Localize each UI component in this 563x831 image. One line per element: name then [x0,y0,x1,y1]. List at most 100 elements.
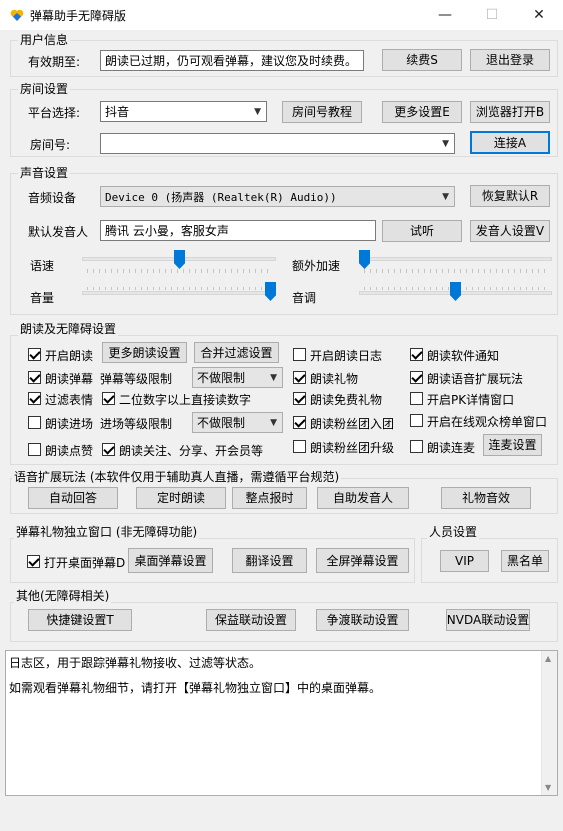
auto-reply-button[interactable]: 自动回答 [28,487,118,509]
slider-track [82,291,276,295]
filter-emoji-checkbox[interactable] [28,392,41,405]
danmaku-level-select[interactable]: 不做限制 ▼ [192,367,283,388]
read-gift-checkbox[interactable] [293,371,306,384]
chevron-down-icon: ▼ [270,372,277,383]
desktop-danmaku-settings-button[interactable]: 桌面弹幕设置 [128,548,213,573]
read-follow-checkbox[interactable] [102,443,115,456]
read-danmaku-checkbox[interactable] [28,371,41,384]
read-gift-label: 朗读礼物 [310,372,359,386]
log-scrollbar[interactable]: ▲ ▼ [541,651,557,795]
read-enter-checkbox[interactable] [28,416,41,429]
merge-filter-button[interactable]: 合并过滤设置 [194,342,279,363]
audio-device-value: Device 0 (扬声器 (Realtek(R) Audio)) [105,190,337,204]
read-like-checkbox[interactable] [28,443,41,456]
expiry-field[interactable]: 朗读已过期，仍可观看弹幕，建议您及时续费。 [100,50,364,71]
fan-upgrade-label: 朗读粉丝团升级 [310,441,395,455]
log-area[interactable]: 日志区，用于跟踪弹幕礼物接收、过滤等状态。 如需观看弹幕礼物细节，请打开【弹幕礼… [5,650,558,796]
logout-button[interactable]: 退出登录 [470,49,550,71]
audio-device-label: 音频设备 [28,191,77,205]
pitch-label: 音调 [292,291,317,305]
listen-button[interactable]: 试听 [382,220,462,242]
enable-read-label: 开启朗读 [45,349,94,363]
more-read-settings-button[interactable]: 更多朗读设置 [102,342,187,363]
pitch-slider[interactable] [359,282,552,306]
read-log-checkbox[interactable] [293,348,306,361]
volume-slider[interactable] [82,282,276,306]
auto-voice-button[interactable]: 自助发音人 [317,487,409,509]
danmaku-level-value: 不做限制 [197,371,246,385]
read-free-gift-checkbox[interactable] [293,392,306,405]
vip-button[interactable]: VIP [440,550,489,572]
chevron-down-icon: ▼ [270,417,277,428]
enter-level-label: 进场等级限制 [100,417,173,431]
browser-open-button[interactable]: 浏览器打开B [470,101,550,123]
nvda-link-button[interactable]: NVDA联动设置 [446,609,530,631]
mic-settings-button[interactable]: 连麦设置 [483,434,542,456]
extra-speed-slider[interactable] [359,250,552,274]
software-notice-checkbox[interactable] [410,348,423,361]
fan-join-label: 朗读粉丝团入团 [310,417,395,431]
platform-label: 平台选择: [28,106,81,120]
enter-level-select[interactable]: 不做限制 ▼ [192,412,283,433]
read-log-label: 开启朗读日志 [310,349,383,363]
fullscreen-danmaku-button[interactable]: 全屏弹幕设置 [316,548,409,573]
insurance-link-button[interactable]: 保益联动设置 [206,609,296,631]
platform-select[interactable]: 抖音 ▼ [100,101,267,122]
slider-thumb[interactable] [265,282,276,301]
extra-speed-label: 额外加速 [292,259,341,273]
pk-window-checkbox[interactable] [410,392,423,405]
read-enter-label: 朗读进场 [45,417,94,431]
room-tutorial-button[interactable]: 房间号教程 [282,101,362,123]
close-button[interactable]: ✕ [516,0,562,30]
room-id-input[interactable]: ▼ [100,133,455,154]
fan-join-checkbox[interactable] [293,416,306,429]
sound-settings-title: 声音设置 [18,166,71,180]
enable-read-checkbox[interactable] [28,348,41,361]
slider-thumb[interactable] [174,250,185,269]
two-digit-checkbox[interactable] [102,392,115,405]
scroll-up-icon[interactable]: ▲ [545,654,551,663]
zhengdu-link-button[interactable]: 争渡联动设置 [316,609,409,631]
online-rank-checkbox[interactable] [410,414,423,427]
slider-thumb[interactable] [450,282,461,301]
enter-level-value: 不做限制 [197,416,246,430]
more-settings-button[interactable]: 更多设置E [382,101,462,123]
two-digit-label: 二位数字以上直接读数字 [119,393,252,407]
timed-read-button[interactable]: 定时朗读 [136,487,226,509]
read-free-gift-label: 朗读免费礼物 [310,393,383,407]
renew-button[interactable]: 续费S [382,49,462,71]
fan-upgrade-checkbox[interactable] [293,440,306,453]
people-title: 人员设置 [427,525,480,539]
minimize-button[interactable]: — [422,0,468,30]
translate-settings-button[interactable]: 翻译设置 [232,548,307,573]
hourly-chime-button[interactable]: 整点报时 [232,487,307,509]
danmaku-window-title: 弹幕礼物独立窗口 (非无障碍功能) [14,525,200,539]
voice-ext-checkbox[interactable] [410,371,423,384]
open-desktop-checkbox[interactable] [27,555,40,568]
read-mic-checkbox[interactable] [410,440,423,453]
read-like-label: 朗读点赞 [45,444,94,458]
voice-settings-button[interactable]: 发音人设置V [470,220,550,242]
default-voice-field[interactable]: 腾讯 云小曼，客服女声 [100,220,376,241]
room-settings-title: 房间设置 [18,82,71,96]
slider-track [359,257,552,261]
restore-default-button[interactable]: 恢复默认R [470,185,550,207]
speed-slider[interactable] [82,250,276,274]
hotkeys-button[interactable]: 快捷键设置T [28,609,132,631]
pk-window-label: 开启PK详情窗口 [427,393,515,407]
volume-label: 音量 [30,291,55,305]
log-line-1: 日志区，用于跟踪弹幕礼物接收、过滤等状态。 [9,656,262,670]
platform-value: 抖音 [105,105,130,119]
maximize-button[interactable]: ☐ [469,0,515,30]
read-follow-label: 朗读关注、分享、开会员等 [119,444,264,458]
audio-device-select[interactable]: Device 0 (扬声器 (Realtek(R) Audio)) ▼ [100,186,455,207]
room-id-label: 房间号: [30,138,71,152]
scroll-down-icon[interactable]: ▼ [545,783,551,792]
gift-sound-button[interactable]: 礼物音效 [441,487,531,509]
speed-label: 语速 [30,259,55,273]
blacklist-button[interactable]: 黑名单 [501,550,549,572]
slider-thumb[interactable] [359,250,370,269]
connect-button[interactable]: 连接A [470,131,550,154]
slider-ticks [364,269,549,273]
filter-emoji-label: 过滤表情 [45,393,94,407]
